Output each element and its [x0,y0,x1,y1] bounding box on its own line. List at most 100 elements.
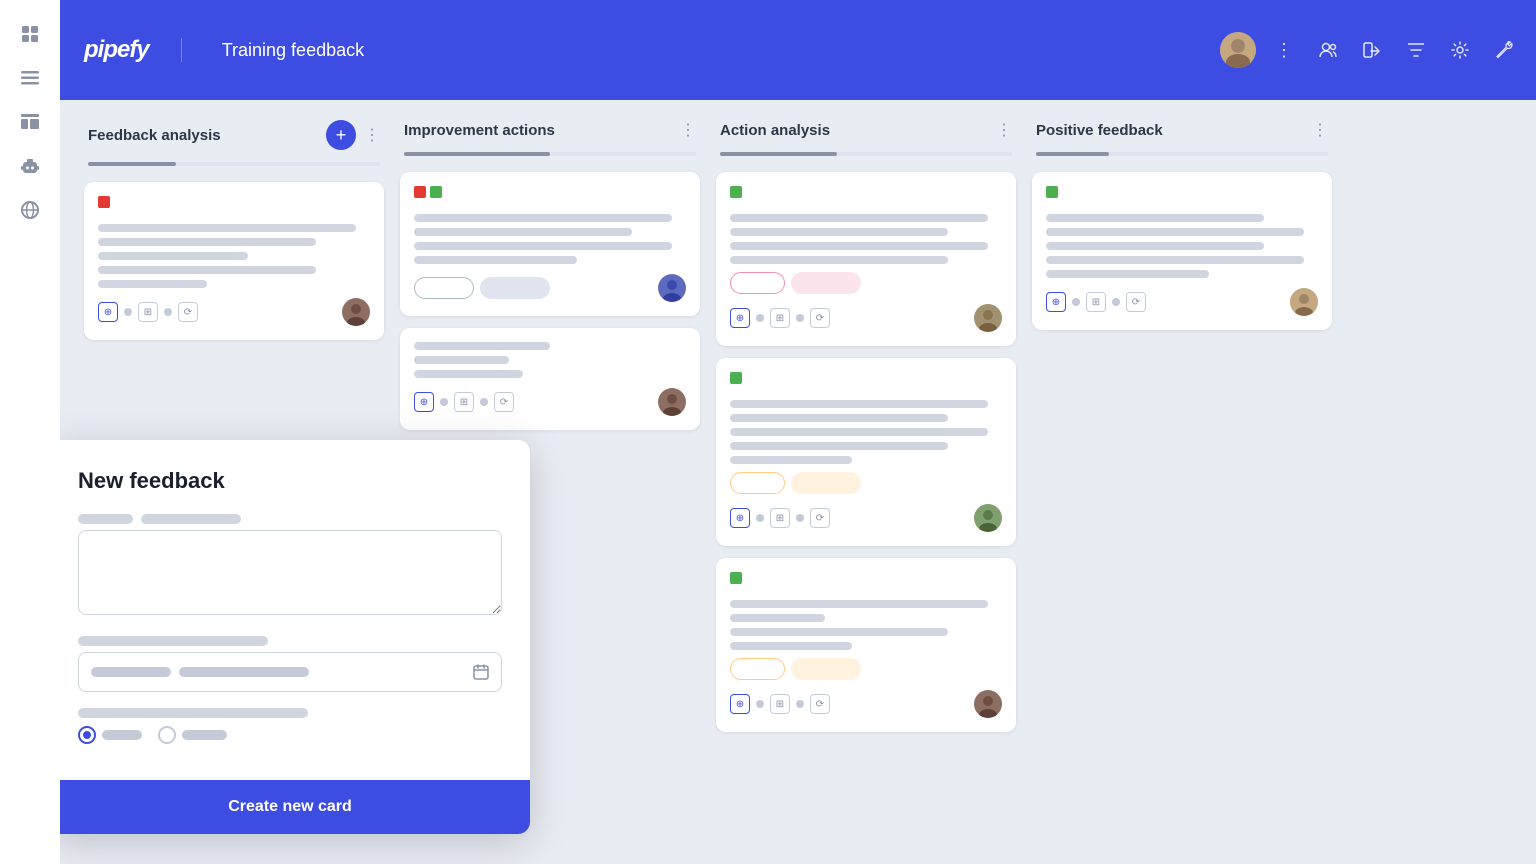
card-line [414,214,672,222]
card-icon[interactable]: ⟳ [178,302,198,322]
card-icon[interactable]: ⟳ [1126,292,1146,312]
card-dot [1112,298,1120,306]
card-avatar [974,690,1002,718]
settings-icon[interactable] [1444,34,1476,66]
card: ⊕ ⊞ ⟳ [1032,172,1332,330]
card-line [1046,228,1304,236]
sidebar-item-bot[interactable] [12,148,48,184]
more-menu-icon[interactable]: ⋮ [1268,34,1300,66]
date-input[interactable] [78,652,502,692]
sidebar-item-list[interactable] [12,60,48,96]
card-line [730,456,852,464]
card-badge [791,472,861,494]
card-icon[interactable]: ⟳ [810,308,830,328]
card-line [730,600,988,608]
column-menu-icon[interactable]: ⋮ [680,120,696,140]
card-tag-red [414,186,426,198]
radio-label [102,730,142,740]
column-progress-bar [404,152,550,156]
column-header: Feedback analysis + ⋮ [84,120,384,150]
card-icon[interactable]: ⊞ [1086,292,1106,312]
radio-option-2[interactable] [158,726,227,744]
card-icon[interactable]: ⊕ [730,508,750,528]
form-label-row [78,636,502,646]
card: ⊕ ⊞ ⟳ [716,358,1016,546]
card-tag-green [430,186,442,198]
column-progress [404,152,696,156]
card-badge [414,277,474,299]
card-tags [730,572,1002,592]
users-icon[interactable] [1312,34,1344,66]
card-icon[interactable]: ⊕ [730,308,750,328]
radio-button-unselected[interactable] [158,726,176,744]
card-dot [796,700,804,708]
sidebar-item-table[interactable] [12,104,48,140]
card-icon[interactable]: ⊞ [770,694,790,714]
card-footer: ⊕ ⊞ ⟳ [414,388,686,416]
card-line [730,228,948,236]
card-line [414,228,632,236]
card-dot [164,308,172,316]
card-line [414,342,550,350]
card-tag-red [98,196,110,208]
card-icons: ⊕ ⊞ ⟳ [414,392,514,412]
card-line [1046,256,1304,264]
date-value-placeholder [91,667,171,677]
column-progress-bar [1036,152,1109,156]
radio-label [182,730,227,740]
card-icon[interactable]: ⊞ [138,302,158,322]
board: Feedback analysis + ⋮ ⊕ [60,100,1536,864]
card-line [98,280,207,288]
column-header: Positive feedback ⋮ [1032,120,1332,140]
column-title: Feedback analysis [88,127,318,144]
card-line [1046,242,1264,250]
card-icon[interactable]: ⟳ [494,392,514,412]
column-menu-icon[interactable]: ⋮ [1312,120,1328,140]
card-tag-green [730,372,742,384]
login-icon[interactable] [1356,34,1388,66]
radio-option-1[interactable] [78,726,142,744]
card-dot [796,514,804,522]
sidebar-item-globe[interactable] [12,192,48,228]
form-label [141,514,241,524]
card-icon[interactable]: ⊞ [454,392,474,412]
card-icon[interactable]: ⊞ [770,308,790,328]
card-icon[interactable]: ⊕ [98,302,118,322]
column-title: Action analysis [720,122,988,139]
card-line [730,214,988,222]
card-avatar [658,274,686,302]
card-icon[interactable]: ⊞ [770,508,790,528]
card-icon[interactable]: ⊕ [414,392,434,412]
column-menu-icon[interactable]: ⋮ [996,120,1012,140]
card-dot [124,308,132,316]
card-dot [480,398,488,406]
card-icons: ⊕ ⊞ ⟳ [730,694,830,714]
header-divider [181,38,182,62]
card-icon[interactable]: ⊕ [1046,292,1066,312]
card-badge [480,277,550,299]
card-line [730,400,988,408]
card-badge [791,272,861,294]
logo: pipefy Training feedback [84,36,364,64]
column-progress-bar [88,162,176,166]
column-progress [720,152,1012,156]
avatar[interactable] [1220,32,1256,68]
column-menu-icon[interactable]: ⋮ [364,125,380,145]
column-title: Positive feedback [1036,122,1304,139]
card-icons: ⊕ ⊞ ⟳ [730,308,830,328]
card-icon[interactable]: ⊕ [730,694,750,714]
pipefy-logo: pipefy [84,36,149,64]
radio-button-selected[interactable] [78,726,96,744]
card-tags [98,196,370,216]
create-card-button[interactable]: Create new card [60,780,530,834]
column-action-analysis: Action analysis ⋮ [716,120,1016,844]
card-icon[interactable]: ⟳ [810,508,830,528]
sidebar [0,0,60,864]
add-card-button[interactable]: + [326,120,356,150]
card: ⊕ ⊞ ⟳ [716,172,1016,346]
filter-icon[interactable] [1400,34,1432,66]
card-icon[interactable]: ⟳ [810,694,830,714]
sidebar-item-grid[interactable] [12,16,48,52]
tool-icon[interactable] [1488,34,1520,66]
feedback-textarea[interactable] [78,530,502,615]
